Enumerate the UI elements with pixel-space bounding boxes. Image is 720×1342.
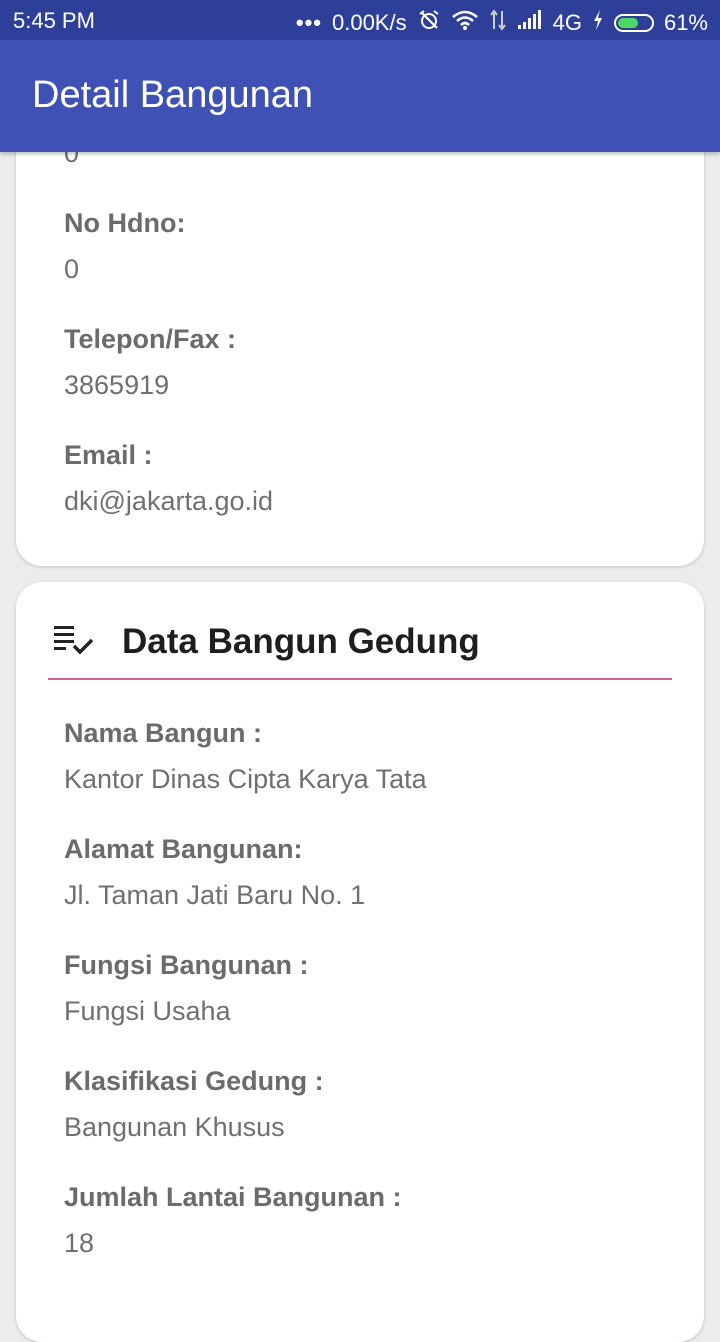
contact-card: 0 No Hdno: 0 Telepon/Fax : 3865919 Email…: [16, 100, 704, 566]
alarm-off-icon: [417, 8, 441, 38]
status-icons: ••• 0.00K/s 4G 61%: [296, 8, 708, 38]
section-title: Data Bangun Gedung: [122, 622, 480, 661]
nama-bangun-value: Kantor Dinas Cipta Karya Tata: [64, 764, 427, 794]
battery-icon: [613, 14, 654, 32]
app-bar: Detail Bangunan: [0, 40, 720, 152]
wifi-icon: [451, 9, 479, 37]
network-type: 4G: [552, 10, 582, 35]
data-arrows-icon: [489, 9, 507, 37]
checklist-icon: [52, 624, 96, 658]
building-card: Data Bangun Gedung Nama Bangun : Kantor …: [16, 582, 704, 1342]
klasifikasi-gedung-label: Klasifikasi Gedung :: [64, 1066, 324, 1096]
jumlah-lantai-value: 18: [64, 1228, 95, 1258]
fungsi-bangunan-label: Fungsi Bangunan :: [64, 950, 309, 980]
section-header: Data Bangun Gedung: [48, 618, 672, 680]
jumlah-lantai-label: Jumlah Lantai Bangunan :: [64, 1182, 402, 1212]
no-hdno-label: No Hdno:: [64, 208, 186, 238]
email-label: Email :: [64, 440, 153, 470]
telepon-fax-label: Telepon/Fax :: [64, 324, 237, 354]
email-value: dki@jakarta.go.id: [64, 486, 274, 516]
alamat-bangunan-label: Alamat Bangunan:: [64, 834, 303, 864]
status-bar: 5:45 PM ••• 0.00K/s 4G 61%: [0, 0, 720, 40]
notification-dots: •••: [295, 10, 322, 35]
alamat-bangunan-value: Jl. Taman Jati Baru No. 1: [64, 880, 366, 910]
fungsi-bangunan-value: Fungsi Usaha: [64, 996, 231, 1026]
telepon-fax-value: 3865919: [64, 370, 170, 400]
nama-bangun-label: Nama Bangun :: [64, 718, 263, 748]
network-speed: 0.00K/s: [331, 10, 407, 35]
section-divider: [48, 678, 672, 680]
battery-percent: 61%: [663, 10, 708, 35]
page-title: Detail Bangunan: [32, 74, 313, 116]
no-hdno-value: 0: [64, 254, 80, 284]
status-time: 5:45 PM: [13, 8, 95, 33]
signal-icon: [517, 10, 543, 36]
charging-icon: [592, 9, 604, 37]
klasifikasi-gedung-value: Bangunan Khusus: [64, 1112, 285, 1142]
